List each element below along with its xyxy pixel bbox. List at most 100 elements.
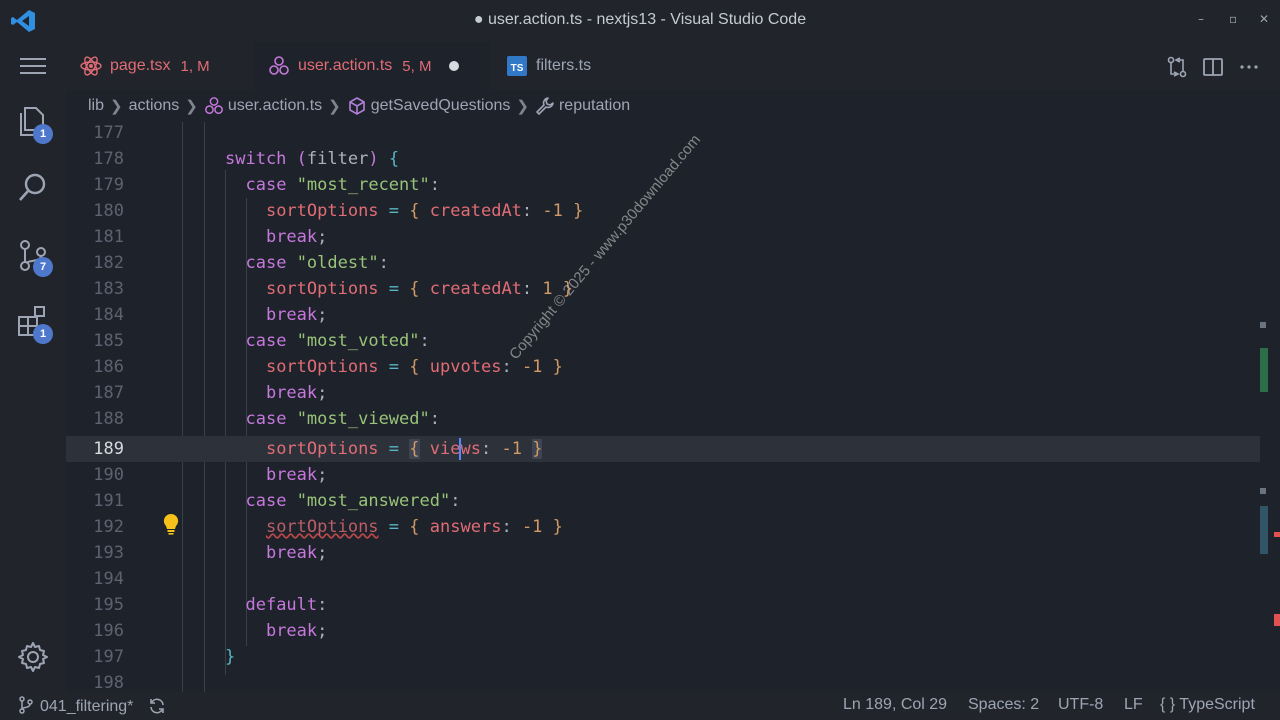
code-text: break; bbox=[265, 383, 328, 403]
tab-label: page.tsx bbox=[110, 57, 171, 74]
unsaved-dot-icon[interactable] bbox=[449, 61, 460, 71]
code-text: case "most_voted": bbox=[245, 331, 430, 351]
code-line: 180 sortOptions = { createdAt: -1 } bbox=[66, 198, 1260, 224]
breadcrumb-item-lib[interactable]: lib bbox=[88, 97, 104, 115]
line-number: 177 bbox=[93, 123, 124, 143]
branch-indicator[interactable]: 041_filtering* bbox=[18, 696, 133, 716]
encoding[interactable]: UTF-8 bbox=[1058, 696, 1103, 714]
error-marker bbox=[1274, 614, 1280, 626]
more-actions-icon[interactable] bbox=[1238, 56, 1260, 78]
code-editor[interactable]: 177 178 switch (filter) { 179 case "most… bbox=[66, 122, 1280, 692]
code-line: 192 sortOptions = { answers: -1 } bbox=[66, 514, 1260, 540]
tab-bar: page.tsx 1, M user.action.ts 5, M TS fil… bbox=[66, 42, 1280, 90]
line-number: 196 bbox=[93, 621, 124, 641]
line-number: 178 bbox=[93, 149, 124, 169]
line-number: 181 bbox=[93, 227, 124, 247]
action-file-icon bbox=[268, 55, 290, 77]
tab-label: filters.ts bbox=[536, 57, 592, 74]
breadcrumb-function-label: getSavedQuestions bbox=[370, 97, 511, 115]
breadcrumb-item-actions[interactable]: actions bbox=[129, 97, 180, 115]
code-text: break; bbox=[265, 227, 328, 247]
error-marker bbox=[1274, 532, 1280, 537]
chevron-right-icon: ❯ bbox=[185, 98, 198, 115]
typescript-icon: TS bbox=[506, 55, 528, 77]
lightbulb-icon[interactable] bbox=[162, 513, 180, 535]
code-line: 181 break; bbox=[66, 224, 1260, 250]
line-number: 182 bbox=[93, 253, 124, 273]
menu-icon[interactable] bbox=[20, 56, 46, 76]
maximize-button[interactable]: ▫ bbox=[1229, 12, 1237, 26]
tab-status: 5, M bbox=[402, 57, 432, 75]
code-line: 196 break; bbox=[66, 618, 1260, 644]
breadcrumb-item-file[interactable]: user.action.ts bbox=[204, 96, 322, 116]
sync-icon[interactable] bbox=[148, 697, 166, 715]
code-line: 182 case "oldest": bbox=[66, 250, 1260, 276]
code-line-current: 189 sortOptions = { views: -1 } bbox=[66, 436, 1260, 462]
indentation[interactable]: Spaces: 2 bbox=[968, 696, 1039, 714]
scm-change-marker bbox=[1260, 506, 1268, 554]
breadcrumb: lib ❯ actions ❯ user.action.ts ❯ getSave… bbox=[66, 90, 1280, 122]
line-number: 183 bbox=[93, 279, 124, 299]
compare-changes-icon[interactable] bbox=[1166, 56, 1188, 78]
end-of-line[interactable]: LF bbox=[1124, 696, 1143, 714]
line-number: 192 bbox=[93, 517, 124, 537]
tab-filters-ts[interactable]: TS filters.ts bbox=[492, 42, 644, 90]
code-line: 195 default: bbox=[66, 592, 1260, 618]
line-number: 187 bbox=[93, 383, 124, 403]
line-number: 198 bbox=[93, 673, 124, 692]
title-bar: ● user.action.ts - nextjs13 - Visual Stu… bbox=[0, 0, 1280, 42]
code-line: 194 bbox=[66, 566, 1260, 592]
react-icon bbox=[80, 55, 102, 77]
code-text: case "most_answered": bbox=[245, 491, 461, 511]
line-number: 188 bbox=[93, 409, 124, 429]
chevron-right-icon: ❯ bbox=[328, 98, 341, 115]
code-line: 187 break; bbox=[66, 380, 1260, 406]
tab-page-tsx[interactable]: page.tsx 1, M bbox=[66, 42, 252, 90]
tab-status: 1, M bbox=[180, 57, 210, 75]
line-number: 191 bbox=[93, 491, 124, 511]
line-number: 194 bbox=[93, 569, 124, 589]
code-line: 193 break; bbox=[66, 540, 1260, 566]
code-text: case "most_recent": bbox=[245, 175, 440, 195]
window-title: ● user.action.ts - nextjs13 - Visual Stu… bbox=[473, 11, 807, 28]
scm-badge: 7 bbox=[33, 257, 53, 277]
method-cube-icon bbox=[348, 97, 365, 115]
chevron-right-icon: ❯ bbox=[110, 98, 123, 115]
code-text: break; bbox=[265, 621, 328, 641]
text-cursor bbox=[459, 438, 461, 460]
overview-marker bbox=[1260, 488, 1266, 494]
code-text: switch (filter) { bbox=[225, 149, 400, 169]
code-text: break; bbox=[265, 543, 328, 563]
line-number: 197 bbox=[93, 647, 124, 667]
close-button[interactable]: ✕ bbox=[1259, 12, 1269, 26]
line-number: 193 bbox=[93, 543, 124, 563]
breadcrumb-item-function[interactable]: getSavedQuestions bbox=[347, 96, 511, 116]
code-line: 197 } bbox=[66, 644, 1260, 670]
split-editor-icon[interactable] bbox=[1202, 56, 1224, 78]
overview-marker bbox=[1260, 322, 1266, 328]
code-text: sortOptions = { createdAt: 1 } bbox=[265, 279, 574, 299]
line-number: 190 bbox=[93, 465, 124, 485]
line-number: 195 bbox=[93, 595, 124, 615]
breadcrumb-item-variable[interactable]: reputation bbox=[535, 96, 630, 116]
code-line: 190 break; bbox=[66, 462, 1260, 488]
line-number: 189 bbox=[93, 439, 124, 459]
code-text: sortOptions = { createdAt: -1 } bbox=[265, 201, 584, 221]
chevron-right-icon: ❯ bbox=[516, 98, 529, 115]
minimize-button[interactable]: – bbox=[1198, 12, 1204, 26]
breadcrumb-variable-label: reputation bbox=[558, 97, 631, 115]
code-text: case "most_viewed": bbox=[245, 409, 440, 429]
status-bar: 041_filtering* Ln 189, Col 29 Spaces: 2 … bbox=[0, 692, 1280, 720]
code-line: 185 case "most_voted": bbox=[66, 328, 1260, 354]
code-text: } bbox=[225, 647, 236, 667]
language-mode[interactable]: { } TypeScript bbox=[1160, 696, 1255, 714]
tab-user-action-ts[interactable]: user.action.ts 5, M bbox=[254, 42, 490, 90]
activity-bar: 1 7 1 bbox=[0, 42, 66, 692]
code-line: 188 case "most_viewed": bbox=[66, 406, 1260, 432]
gear-icon[interactable] bbox=[16, 640, 50, 674]
braces-icon: { } bbox=[1160, 696, 1176, 713]
line-number: 180 bbox=[93, 201, 124, 221]
search-icon[interactable] bbox=[16, 170, 50, 204]
cursor-position[interactable]: Ln 189, Col 29 bbox=[843, 696, 947, 714]
code-text: sortOptions = { answers: -1 } bbox=[265, 517, 563, 537]
